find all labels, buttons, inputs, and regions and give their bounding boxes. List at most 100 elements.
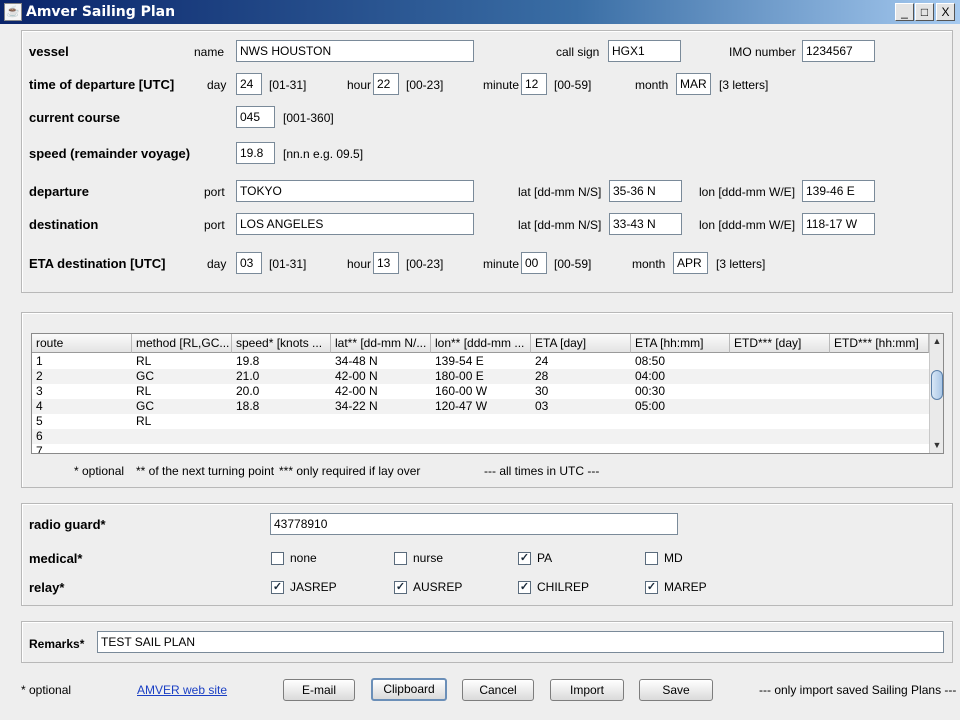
table-row[interactable]: 4 GC 18.8 34-22 N 120-47 W 03 05:00 (32, 399, 929, 414)
scroll-up-icon[interactable]: ▲ (930, 334, 943, 348)
table-scrollbar[interactable]: ▲ ▼ (929, 334, 943, 453)
table-cell[interactable] (232, 429, 331, 444)
table-cell[interactable] (132, 429, 232, 444)
table-row[interactable]: 1 RL 19.8 34-48 N 139-54 E 24 08:50 (32, 354, 929, 369)
medical-checkbox-label[interactable]: nurse (413, 551, 443, 565)
speed-input[interactable] (236, 142, 275, 164)
departure-lat-input[interactable] (609, 180, 682, 202)
column-header[interactable]: method [RL,GC... (132, 334, 232, 353)
table-cell[interactable]: 34-48 N (331, 354, 431, 369)
table-cell[interactable]: 24 (531, 354, 631, 369)
table-cell[interactable] (431, 444, 531, 453)
table-cell[interactable] (830, 354, 929, 369)
table-cell[interactable] (730, 354, 830, 369)
destination-lat-input[interactable] (609, 213, 682, 235)
table-cell[interactable] (730, 384, 830, 399)
column-header[interactable]: route (32, 334, 132, 353)
dep-month-input[interactable] (676, 73, 711, 95)
table-cell[interactable] (830, 369, 929, 384)
table-cell[interactable] (730, 399, 830, 414)
table-cell[interactable] (232, 444, 331, 453)
table-cell[interactable]: 34-22 N (331, 399, 431, 414)
route-table[interactable]: route method [RL,GC... speed* [knots ...… (31, 333, 944, 454)
remarks-input[interactable] (97, 631, 944, 653)
table-cell[interactable]: 6 (32, 429, 132, 444)
table-cell[interactable]: 7 (32, 444, 132, 453)
scroll-down-icon[interactable]: ▼ (930, 438, 943, 452)
dep-day-input[interactable] (236, 73, 262, 95)
cancel-button[interactable]: Cancel (462, 679, 534, 701)
clipboard-button[interactable]: Clipboard (371, 678, 447, 701)
table-cell[interactable]: 3 (32, 384, 132, 399)
column-header[interactable]: lat** [dd-mm N/... (331, 334, 431, 353)
scroll-thumb[interactable] (931, 370, 943, 400)
eta-minute-input[interactable] (521, 252, 547, 274)
destination-lon-input[interactable] (802, 213, 875, 235)
departure-lon-input[interactable] (802, 180, 875, 202)
table-cell[interactable] (730, 414, 830, 429)
maximize-button[interactable]: □ (915, 3, 934, 21)
table-cell[interactable]: 20.0 (232, 384, 331, 399)
table-cell[interactable]: RL (132, 354, 232, 369)
table-cell[interactable] (631, 444, 730, 453)
table-cell[interactable]: 42-00 N (331, 369, 431, 384)
table-cell[interactable]: 05:00 (631, 399, 730, 414)
eta-month-input[interactable] (673, 252, 708, 274)
table-cell[interactable] (830, 444, 929, 453)
table-cell[interactable] (830, 414, 929, 429)
table-cell[interactable]: GC (132, 369, 232, 384)
table-cell[interactable] (730, 444, 830, 453)
table-cell[interactable]: 160-00 W (431, 384, 531, 399)
table-cell[interactable]: 21.0 (232, 369, 331, 384)
table-cell[interactable]: 04:00 (631, 369, 730, 384)
close-button[interactable]: X (936, 3, 955, 21)
medical-checkbox-label[interactable]: none (290, 551, 317, 565)
table-cell[interactable] (730, 429, 830, 444)
relay-checkbox[interactable]: ✓ (394, 581, 407, 594)
table-row[interactable]: 6 (32, 429, 929, 444)
column-header[interactable]: ETD*** [hh:mm] (830, 334, 929, 353)
relay-checkbox-label[interactable]: CHILREP (537, 580, 589, 594)
table-cell[interactable] (830, 429, 929, 444)
medical-checkbox[interactable] (394, 552, 407, 565)
table-cell[interactable]: 03 (531, 399, 631, 414)
departure-port-input[interactable] (236, 180, 474, 202)
callsign-input[interactable] (608, 40, 681, 62)
minimize-button[interactable]: _ (895, 3, 914, 21)
vessel-name-input[interactable] (236, 40, 474, 62)
table-cell[interactable]: 19.8 (232, 354, 331, 369)
table-cell[interactable] (331, 444, 431, 453)
table-cell[interactable]: 4 (32, 399, 132, 414)
table-cell[interactable] (431, 429, 531, 444)
table-cell[interactable]: 2 (32, 369, 132, 384)
eta-day-input[interactable] (236, 252, 262, 274)
email-button[interactable]: E-mail (283, 679, 355, 701)
table-cell[interactable]: 5 (32, 414, 132, 429)
table-cell[interactable]: 180-00 E (431, 369, 531, 384)
import-button[interactable]: Import (550, 679, 624, 701)
column-header[interactable]: ETA [day] (531, 334, 631, 353)
table-row[interactable]: 7 (32, 444, 929, 453)
radio-guard-input[interactable] (270, 513, 678, 535)
table-cell[interactable] (232, 414, 331, 429)
column-header[interactable]: lon** [ddd-mm ... (431, 334, 531, 353)
relay-checkbox-label[interactable]: AUSREP (413, 580, 462, 594)
relay-checkbox[interactable]: ✓ (271, 581, 284, 594)
column-header[interactable]: speed* [knots ... (232, 334, 331, 353)
table-cell[interactable] (132, 444, 232, 453)
column-header[interactable]: ETA [hh:mm] (631, 334, 730, 353)
table-cell[interactable] (631, 414, 730, 429)
table-cell[interactable]: 139-54 E (431, 354, 531, 369)
eta-hour-input[interactable] (373, 252, 399, 274)
relay-checkbox-label[interactable]: JASREP (290, 580, 337, 594)
dep-hour-input[interactable] (373, 73, 399, 95)
relay-checkbox[interactable]: ✓ (645, 581, 658, 594)
save-button[interactable]: Save (639, 679, 713, 701)
table-cell[interactable] (730, 369, 830, 384)
dep-minute-input[interactable] (521, 73, 547, 95)
table-cell[interactable] (830, 399, 929, 414)
table-cell[interactable] (531, 429, 631, 444)
medical-checkbox[interactable] (645, 552, 658, 565)
medical-checkbox-label[interactable]: MD (664, 551, 683, 565)
table-cell[interactable]: 18.8 (232, 399, 331, 414)
